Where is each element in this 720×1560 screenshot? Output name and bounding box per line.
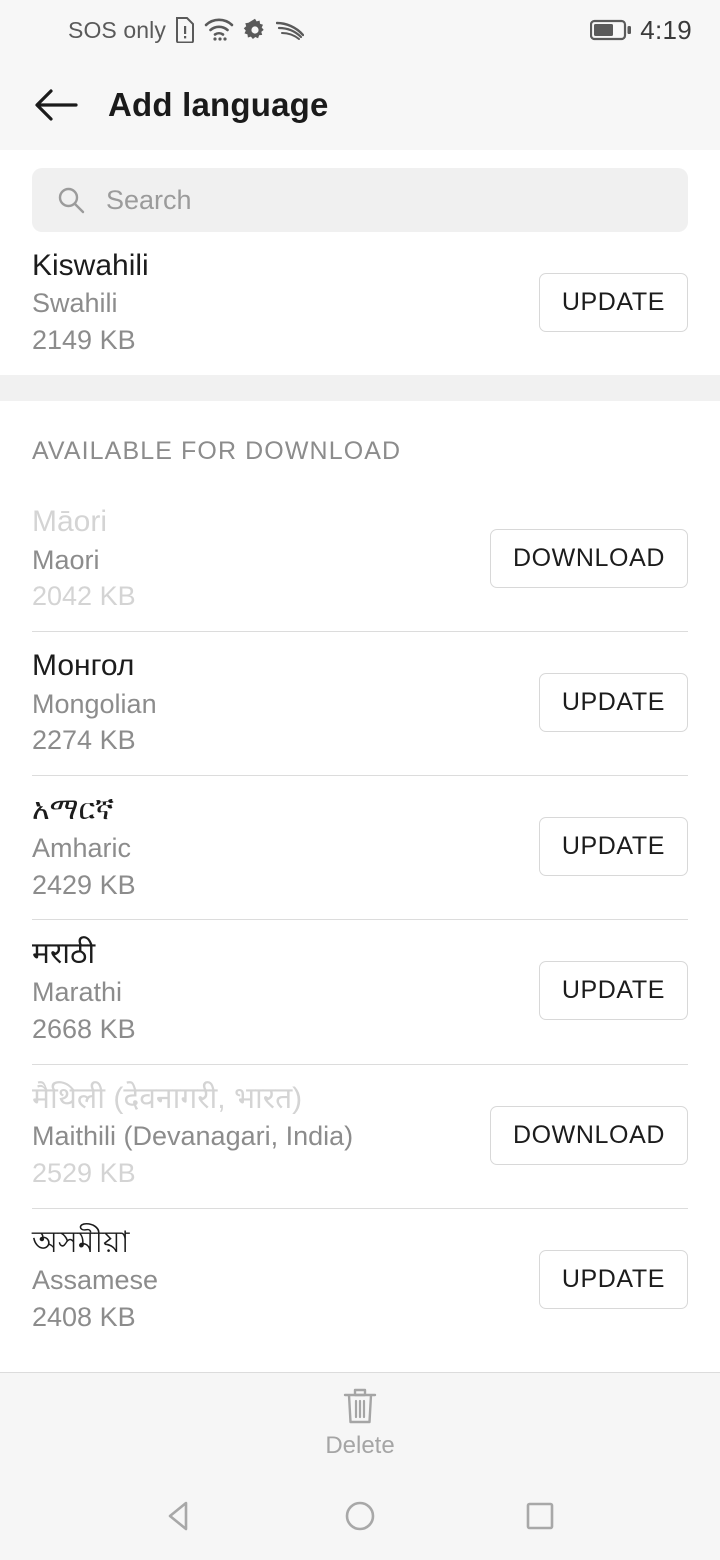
language-english-name: Amharic: [32, 832, 132, 863]
list-item[interactable]: मराठी Marathi 2668 KB UPDATE: [0, 920, 720, 1063]
language-size: 2408 KB: [32, 1301, 136, 1332]
language-english-name: Mongolian: [32, 688, 157, 719]
language-native-name: Kiswahili: [32, 249, 149, 282]
language-info: অসমীয়া Assamese 2408 KB: [32, 1225, 158, 1334]
language-english-name: Swahili: [32, 288, 118, 319]
update-button[interactable]: UPDATE: [538, 961, 688, 1021]
language-size: 2042 KB: [32, 581, 136, 612]
system-navigation-bar: [0, 1472, 720, 1560]
language-native-name: অসমীয়া: [32, 1225, 130, 1259]
language-native-name: አማርኛ: [32, 793, 115, 827]
battery-icon: [590, 18, 632, 42]
delete-label: Delete: [325, 1431, 395, 1459]
language-size: 2668 KB: [32, 1013, 136, 1044]
language-native-name: Монгол: [32, 649, 135, 683]
list-item[interactable]: Māori Maori 2042 KB DOWNLOAD: [0, 488, 720, 631]
language-english-name: Maithili (Devanagari, India): [32, 1120, 354, 1151]
update-button[interactable]: UPDATE: [538, 1249, 688, 1309]
gear-icon: [243, 18, 267, 42]
list-item[interactable]: Kiswahili Swahili 2149 KB UPDATE: [0, 232, 720, 375]
list-item[interactable]: मैथिली (देवनागरी, भारत) Maithili (Devana…: [0, 1065, 720, 1208]
clock-label: 4:19: [640, 14, 692, 45]
language-size: 2274 KB: [32, 725, 136, 756]
language-info: Māori Maori 2042 KB: [32, 504, 136, 613]
section-separator: [0, 375, 720, 402]
language-info: አማርኛ Amharic 2429 KB: [32, 792, 136, 901]
phone-screen: SOS only 4:19 Add language Search Kiswah…: [0, 0, 720, 1560]
language-native-name: मराठी: [32, 937, 96, 971]
list-item[interactable]: አማርኛ Amharic 2429 KB UPDATE: [0, 776, 720, 919]
app-bar: Add language: [0, 60, 720, 150]
language-english-name: Marathi: [32, 976, 123, 1007]
language-size: 2149 KB: [32, 325, 136, 356]
status-bar-right: 4:19: [590, 15, 692, 46]
update-button[interactable]: UPDATE: [538, 817, 688, 877]
carrier-label: SOS only: [68, 16, 166, 43]
search-wrapper: Search: [0, 150, 720, 232]
swoosh-icon: [275, 19, 304, 41]
language-native-name: मैथिली (देवनागरी, भारत): [32, 1081, 303, 1115]
section-header-available: AVAILABLE FOR DOWNLOAD: [32, 437, 402, 466]
bottom-action-bar[interactable]: Delete: [0, 1372, 720, 1472]
sim-alert-icon: [175, 17, 195, 43]
language-info: मराठी Marathi 2668 KB: [32, 936, 136, 1045]
language-size: 2529 KB: [32, 1157, 136, 1188]
page-title: Add language: [108, 86, 329, 123]
language-info: Монгол Mongolian 2274 KB: [32, 648, 157, 757]
language-native-name: Māori: [32, 505, 108, 539]
nav-recents-icon[interactable]: [519, 1495, 561, 1537]
update-button[interactable]: UPDATE: [538, 273, 688, 333]
nav-back-icon[interactable]: [159, 1495, 201, 1537]
download-button[interactable]: DOWNLOAD: [489, 1105, 688, 1165]
nav-home-icon[interactable]: [339, 1495, 381, 1537]
wifi-icon: [204, 18, 234, 42]
list-item[interactable]: Монгол Mongolian 2274 KB UPDATE: [0, 632, 720, 775]
trash-icon: [341, 1386, 379, 1426]
language-info: मैथिली (देवनागरी, भारत) Maithili (Devana…: [32, 1081, 353, 1190]
update-button[interactable]: UPDATE: [538, 673, 688, 733]
list-item[interactable]: অসমীয়া Assamese 2408 KB UPDATE: [0, 1209, 720, 1352]
status-bar: SOS only 4:19: [0, 0, 720, 60]
installed-language-list: Kiswahili Swahili 2149 KB UPDATE: [0, 232, 720, 375]
search-icon: [56, 185, 86, 215]
search-input[interactable]: Search: [32, 168, 688, 232]
back-arrow-icon[interactable]: [34, 88, 78, 122]
language-info: Kiswahili Swahili 2149 KB: [32, 248, 149, 357]
content-area: Search Kiswahili Swahili 2149 KB UPDATE …: [0, 150, 720, 1372]
status-bar-left: SOS only: [68, 17, 304, 44]
download-button[interactable]: DOWNLOAD: [489, 529, 688, 589]
search-placeholder: Search: [106, 184, 192, 215]
available-language-list: Māori Maori 2042 KB DOWNLOAD Монгол Mong…: [0, 488, 720, 1352]
language-english-name: Maori: [32, 544, 100, 575]
language-english-name: Assamese: [32, 1265, 159, 1296]
language-size: 2429 KB: [32, 869, 136, 900]
